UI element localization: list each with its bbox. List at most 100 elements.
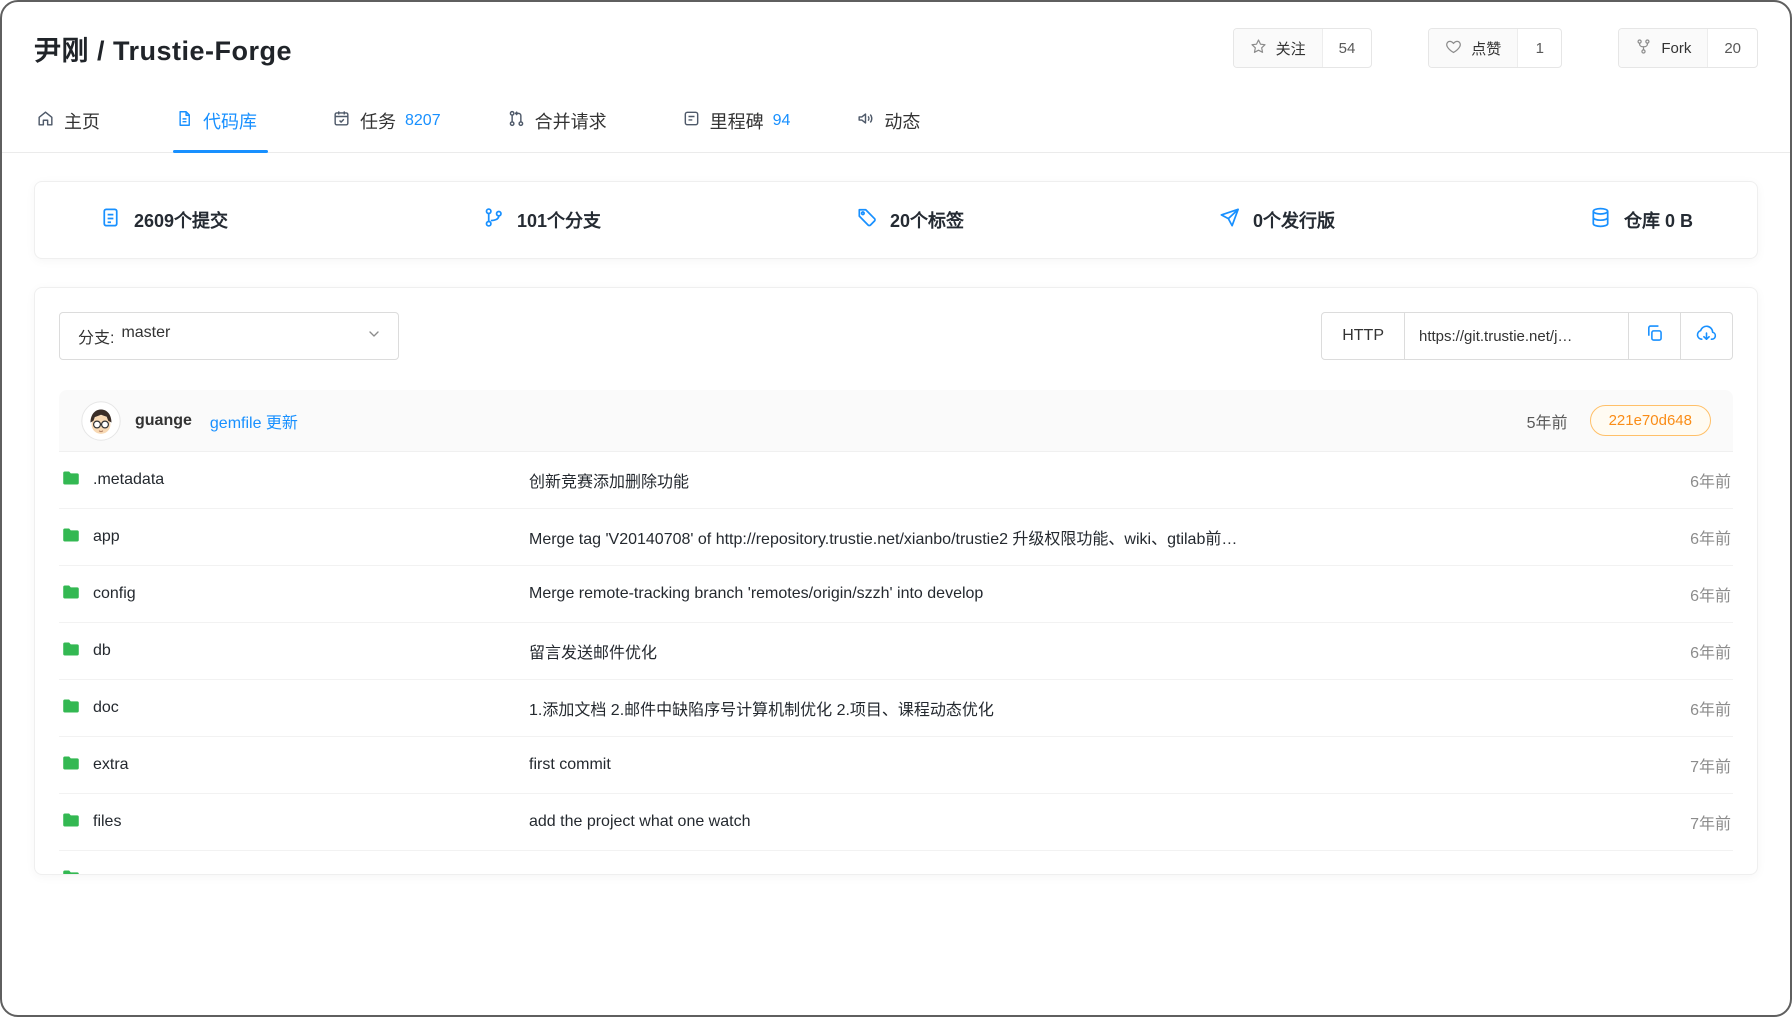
merge-icon [507,109,526,133]
like-label: 点赞 [1471,38,1501,59]
cloud-download-icon [1696,323,1717,349]
file-name: .metadata [93,471,164,489]
commit-time: 5年前 [1527,409,1568,433]
file-commit-message[interactable]: add the project what one watch [529,813,1690,831]
release-icon [1218,206,1241,234]
file-name-cell[interactable] [61,868,529,876]
star-icon [1250,38,1267,59]
tab-home-label: 主页 [64,108,100,134]
file-time: 6年前 [1690,696,1731,720]
tab-home[interactable]: 主页 [34,106,111,152]
tab-activity[interactable]: 动态 [854,106,931,152]
like-button[interactable]: 点赞 1 [1428,28,1562,68]
fork-icon [1635,38,1652,59]
tab-code-label: 代码库 [203,108,257,134]
repo-stats-bar: 2609个提交 101个分支 20个标签 0个发行版 仓库 0 B [34,181,1758,259]
folder-icon [61,469,81,492]
stat-branches-label: 101个分支 [517,207,601,233]
table-row: config Merge remote-tracking branch 'rem… [59,566,1733,623]
clone-url-input[interactable] [1419,328,1624,345]
fork-label: Fork [1661,40,1691,57]
tab-merge-requests[interactable]: 合并请求 [505,106,618,152]
branch-icon [482,206,505,234]
file-time: 6年前 [1690,468,1731,492]
repo-icon [175,109,194,133]
file-name-cell[interactable]: config [61,583,529,606]
stat-tags-label: 20个标签 [890,207,964,233]
file-time: 7年前 [1690,753,1731,777]
tab-activity-label: 动态 [884,108,920,134]
table-row: extra first commit 7年前 [59,737,1733,794]
watch-label: 关注 [1276,38,1306,59]
tab-tasks-label: 任务 [360,108,396,134]
tab-merge-requests-label: 合并请求 [535,108,607,134]
stat-commits-label: 2609个提交 [134,207,228,233]
tab-tasks-count: 8207 [405,112,441,130]
stat-repo-size[interactable]: 仓库 0 B [1589,206,1693,234]
file-name-cell[interactable]: files [61,811,529,834]
folder-icon [61,868,81,876]
watch-count: 54 [1322,29,1372,67]
like-count: 1 [1517,29,1561,67]
download-button[interactable] [1680,313,1732,359]
folder-icon [61,640,81,663]
heart-icon [1445,38,1462,59]
file-name: files [93,813,121,831]
tab-code[interactable]: 代码库 [173,106,268,152]
file-commit-message[interactable]: Merge tag 'V20140708' of http://reposito… [529,525,1690,549]
stat-tags[interactable]: 20个标签 [855,206,964,234]
fork-count: 20 [1707,29,1757,67]
tag-icon [855,206,878,234]
file-commit-message[interactable]: Merge remote-tracking branch 'remotes/or… [529,585,1690,603]
file-name-cell[interactable]: db [61,640,529,663]
commit-message-link[interactable]: gemfile 更新 [210,409,298,433]
stat-releases-label: 0个发行版 [1253,207,1335,233]
file-time: 6年前 [1690,525,1731,549]
tab-tasks[interactable]: 任务 8207 [330,106,443,152]
stat-commits[interactable]: 2609个提交 [99,206,228,234]
table-row: files add the project what one watch 7年前 [59,794,1733,851]
clone-url-group: HTTP [1321,312,1733,360]
protocol-toggle[interactable]: HTTP [1322,313,1405,359]
avatar[interactable] [81,401,121,441]
file-time: 7年前 [1690,810,1731,834]
file-name-cell[interactable]: doc [61,697,529,720]
stat-releases[interactable]: 0个发行版 [1218,206,1335,234]
folder-icon [61,697,81,720]
table-row: doc 1.添加文档 2.邮件中缺陷序号计算机制优化 2.项目、课程动态优化 6… [59,680,1733,737]
file-name: config [93,585,136,603]
watch-button[interactable]: 关注 54 [1233,28,1373,68]
folder-icon [61,754,81,777]
table-row: .metadata 创新竞赛添加删除功能 6年前 [59,452,1733,509]
chevron-down-icon [366,326,382,347]
folder-icon [61,811,81,834]
branch-selector[interactable]: 分支: master [59,312,399,360]
branch-label: 分支: [78,324,114,348]
file-commit-message[interactable]: 创新竞赛添加删除功能 [529,468,1690,492]
stat-repo-size-label: 仓库 0 B [1624,207,1693,233]
commit-hash-badge[interactable]: 221e70d648 [1590,405,1711,436]
repo-tabs: 主页 代码库 任务 8207 合并请求 里程碑 94 动态 [2,106,1790,153]
table-row: db 留言发送邮件优化 6年前 [59,623,1733,680]
tab-milestones-label: 里程碑 [710,108,764,134]
file-commit-message[interactable]: first commit [529,756,1690,774]
file-name: app [93,528,120,546]
file-commit-message[interactable]: 1.添加文档 2.邮件中缺陷序号计算机制优化 2.项目、课程动态优化 [529,696,1690,720]
file-name-cell[interactable]: .metadata [61,469,529,492]
file-name-cell[interactable]: app [61,526,529,549]
stat-branches[interactable]: 101个分支 [482,206,601,234]
copy-url-button[interactable] [1628,313,1680,359]
copy-icon [1644,323,1665,349]
file-table: .metadata 创新竞赛添加删除功能 6年前 app Merge tag '… [59,452,1733,875]
tab-milestones[interactable]: 里程碑 94 [680,106,793,152]
table-row: app Merge tag 'V20140708' of http://repo… [59,509,1733,566]
commit-author[interactable]: guange [135,412,192,430]
file-commit-message[interactable]: 留言发送邮件优化 [529,639,1690,663]
file-name-cell[interactable]: extra [61,754,529,777]
repo-actions: 关注 54 点赞 1 Fork 20 [1233,28,1758,68]
file-time: 6年前 [1690,582,1731,606]
page-title: 尹刚 / Trustie-Forge [34,29,292,68]
repo-header: 尹刚 / Trustie-Forge 关注 54 点赞 1 [2,2,1790,68]
database-icon [1589,206,1612,234]
fork-button[interactable]: Fork 20 [1618,28,1758,68]
